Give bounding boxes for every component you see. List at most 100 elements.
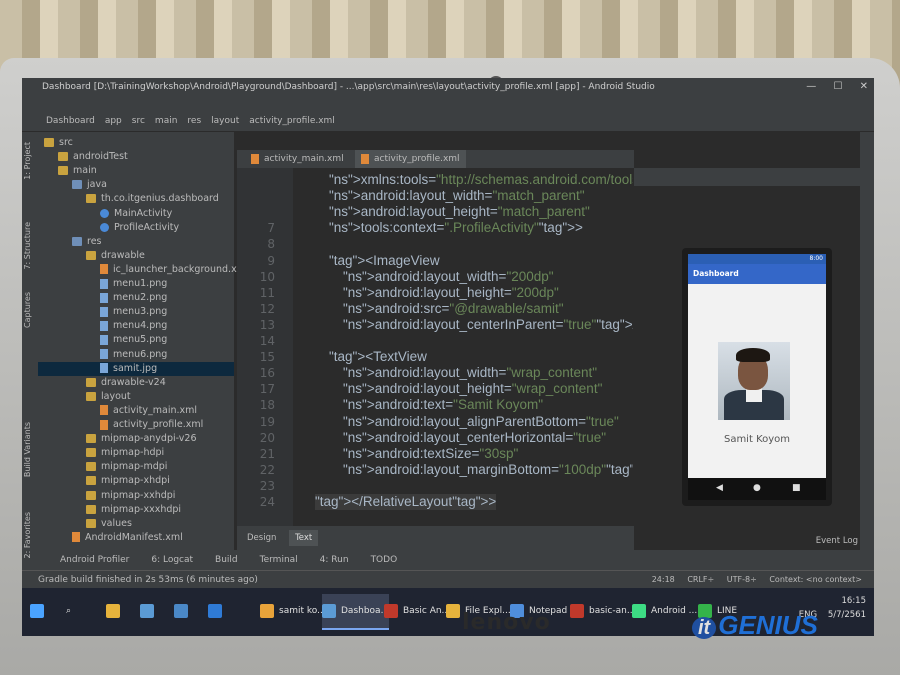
taskbar-app[interactable]: samit ko...: [260, 594, 326, 628]
tree-item[interactable]: menu3.png: [38, 305, 234, 319]
code-line: "ns">xmlns:tools="http://schemas.android…: [329, 172, 633, 187]
folder-icon: [86, 391, 96, 401]
tree-item[interactable]: mipmap-xxhdpi: [38, 489, 234, 503]
breadcrumb-6[interactable]: activity_profile.xml: [249, 116, 335, 126]
taskbar-app[interactable]: Dashboa...: [322, 594, 390, 630]
app-icon: [446, 603, 460, 618]
tree-item-label: src: [59, 137, 73, 148]
tool-window-4-run[interactable]: 4: Run: [320, 555, 349, 565]
code-line: "tag"><TextView: [329, 349, 427, 365]
tree-item[interactable]: menu5.png: [38, 333, 234, 347]
tree-item[interactable]: ic_launcher_background.xml: [38, 263, 249, 277]
tree-item[interactable]: samit.jpg: [38, 361, 234, 376]
folder-icon: [86, 434, 96, 444]
line-number: 10: [259, 269, 275, 284]
tree-item[interactable]: java: [38, 178, 234, 192]
maximize-icon[interactable]: ☐: [833, 81, 842, 92]
tool-window-6-logcat[interactable]: 6: Logcat: [151, 555, 193, 565]
close-icon[interactable]: ✕: [860, 81, 868, 92]
breadcrumb-3[interactable]: main: [155, 116, 178, 126]
tree-item[interactable]: mipmap-xxxhdpi: [38, 503, 234, 517]
search-button[interactable]: ⌕: [66, 594, 71, 628]
edge-icon: [208, 603, 222, 618]
left-tool-strip: 1: Project 7: Structure Captures Build V…: [22, 132, 38, 570]
app-icon: [570, 603, 584, 618]
tree-item-label: main: [73, 165, 97, 177]
tool-tab-captures[interactable]: Captures: [23, 292, 32, 328]
breadcrumb-0[interactable]: Dashboard: [46, 116, 95, 126]
tree-item[interactable]: src: [38, 136, 234, 150]
itgenius-logo: it GENIUS: [692, 610, 818, 641]
tree-item[interactable]: main: [38, 164, 234, 178]
taskbar-app[interactable]: Basic An...: [384, 594, 450, 628]
mail-button[interactable]: [174, 594, 193, 628]
taskbar-app[interactable]: Android ...: [632, 594, 697, 628]
app-icon: [260, 603, 274, 618]
file-explorer-button[interactable]: [106, 594, 125, 628]
tool-window-todo[interactable]: TODO: [371, 555, 398, 565]
tree-item[interactable]: menu6.png: [38, 348, 234, 362]
breadcrumb-1[interactable]: app: [105, 116, 122, 126]
tree-item[interactable]: layout: [38, 390, 234, 404]
tree-item[interactable]: menu2.png: [38, 291, 234, 305]
tool-window-android-profiler[interactable]: Android Profiler: [60, 555, 129, 565]
tool-tab-build-variants[interactable]: Build Variants: [23, 422, 32, 477]
window-title: Dashboard [D:\TrainingWorkshop\Android\P…: [42, 82, 655, 92]
taskbar-app-label: samit ko...: [279, 606, 326, 616]
tab-activity-profile[interactable]: activity_profile.xml: [355, 150, 466, 170]
file-encoding[interactable]: UTF-8÷: [727, 575, 757, 584]
image-file-icon: [100, 306, 108, 317]
tab-text[interactable]: Text: [289, 530, 319, 546]
line-separator[interactable]: CRLF÷: [687, 575, 714, 584]
start-button[interactable]: [30, 594, 49, 628]
right-tool-strip: [860, 132, 874, 570]
tree-item[interactable]: mipmap-mdpi: [38, 460, 234, 474]
tool-tab-structure[interactable]: 7: Structure: [23, 222, 32, 270]
tree-item[interactable]: AndroidManifest.xml: [38, 531, 234, 545]
tree-item[interactable]: MainActivity: [38, 207, 234, 221]
tree-item[interactable]: values: [38, 517, 234, 531]
tree-item[interactable]: th.co.itgenius.dashboard: [38, 192, 234, 206]
tree-item-label: th.co.itgenius.dashboard: [101, 193, 219, 205]
code-line: "ns">android:text="Samit Koyom": [343, 397, 544, 413]
tree-item[interactable]: ProfileActivity: [38, 221, 234, 235]
code-line: "ns">android:layout_width="200dp": [343, 268, 554, 284]
tree-item[interactable]: menu1.png: [38, 277, 234, 291]
taskbar-app-label: Dashboa...: [341, 606, 390, 616]
navigation-bar: Dashboard app src main res layout activity_pro…: [22, 110, 874, 132]
tool-window-terminal[interactable]: Terminal: [260, 555, 298, 565]
tool-tab-project[interactable]: 1: Project: [23, 142, 32, 180]
tree-item-label: mipmap-xhdpi: [101, 475, 170, 487]
tree-item[interactable]: mipmap-xhdpi: [38, 474, 234, 488]
tree-item[interactable]: androidTest: [38, 150, 234, 164]
store-button[interactable]: [140, 594, 159, 628]
profile-image: [718, 342, 790, 420]
minimize-icon[interactable]: —: [806, 81, 816, 92]
breadcrumb-2[interactable]: src: [132, 116, 145, 126]
code-editor[interactable]: "ns">xmlns:tools="http://schemas.android…: [293, 168, 633, 526]
tree-item[interactable]: res: [38, 235, 234, 249]
breadcrumb-4[interactable]: res: [187, 116, 201, 126]
clock-date[interactable]: 5/7/2561: [828, 610, 866, 620]
profile-name-text: Samit Koyom: [723, 434, 791, 445]
taskbar-app[interactable]: basic-an...: [570, 594, 635, 628]
tree-item[interactable]: mipmap-hdpi: [38, 446, 234, 460]
clock-time[interactable]: 16:15: [842, 596, 867, 606]
context-indicator[interactable]: Context: <no context>: [769, 575, 862, 584]
tree-item[interactable]: mipmap-anydpi-v26: [38, 432, 234, 446]
tool-tab-favorites[interactable]: 2: Favorites: [23, 512, 32, 558]
tab-design[interactable]: Design: [241, 530, 282, 546]
line-number: 22: [259, 462, 275, 477]
tab-activity-main[interactable]: activity_main.xml: [245, 150, 350, 168]
tool-window-build[interactable]: Build: [215, 555, 238, 565]
edge-button[interactable]: [208, 594, 227, 628]
tree-item[interactable]: drawable-v24: [38, 376, 234, 390]
breadcrumb-5[interactable]: layout: [211, 116, 239, 126]
tree-item[interactable]: drawable: [38, 249, 234, 263]
tree-item[interactable]: menu4.png: [38, 319, 234, 333]
tree-item[interactable]: activity_main.xml: [38, 404, 234, 418]
caret-position[interactable]: 24:18: [652, 575, 675, 584]
menu-bar: [22, 96, 874, 110]
tree-item[interactable]: activity_profile.xml: [38, 418, 234, 432]
folder-icon: [86, 504, 96, 514]
